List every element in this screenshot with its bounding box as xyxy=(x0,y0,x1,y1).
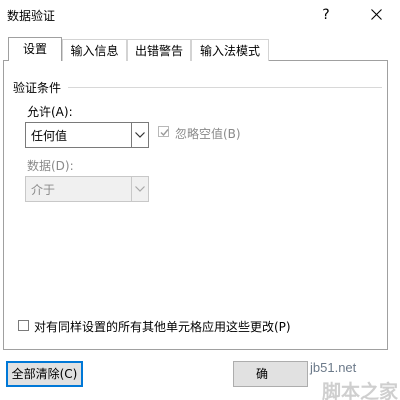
title-bar[interactable]: 数据验证 ? xyxy=(0,0,400,30)
tab-error-alert[interactable]: 出错警告 xyxy=(127,39,191,61)
close-button[interactable] xyxy=(364,4,388,26)
tab-settings[interactable]: 设置 xyxy=(8,37,62,61)
help-button[interactable]: ? xyxy=(315,4,337,26)
ignore-blank-checkbox[interactable] xyxy=(158,126,169,137)
allow-dropdown-button[interactable] xyxy=(131,123,148,147)
tab-ime-mode[interactable]: 输入法模式 xyxy=(191,39,269,61)
data-validation-dialog: 数据验证 ? 设置 输入信息 出错警告 输入法模式 验证条件 允许(A): 任何… xyxy=(0,0,400,400)
close-icon xyxy=(370,9,382,20)
data-select[interactable]: 介于 xyxy=(25,176,149,202)
clear-all-button[interactable]: 全部清除(C) xyxy=(6,361,83,387)
tab-input-message[interactable]: 输入信息 xyxy=(62,39,127,61)
allow-select-value: 任何值 xyxy=(31,129,68,143)
apply-to-all-checkbox[interactable] xyxy=(18,320,29,331)
group-divider xyxy=(68,87,382,88)
allow-label: 允许(A): xyxy=(27,105,73,119)
data-dropdown-button[interactable] xyxy=(131,177,148,201)
chevron-down-icon xyxy=(135,186,145,192)
chevron-down-icon xyxy=(135,132,145,138)
allow-select[interactable]: 任何值 xyxy=(25,122,149,148)
validation-criteria-heading: 验证条件 xyxy=(13,81,62,95)
site-watermark: jb51.net 脚本之家 xyxy=(310,360,400,400)
ignore-blank-label: 忽略空值(B) xyxy=(175,127,241,141)
checkmark-icon xyxy=(160,129,169,137)
data-label: 数据(D): xyxy=(27,159,74,173)
data-select-value: 介于 xyxy=(31,183,56,197)
watermark-url: jb51.net xyxy=(310,360,357,375)
ok-button[interactable]: 确 xyxy=(233,361,308,387)
watermark-name: 脚本之家 xyxy=(322,381,399,400)
window-title: 数据验证 xyxy=(7,9,56,23)
apply-to-all-label: 对有同样设置的所有其他单元格应用这些更改(P) xyxy=(34,320,291,334)
